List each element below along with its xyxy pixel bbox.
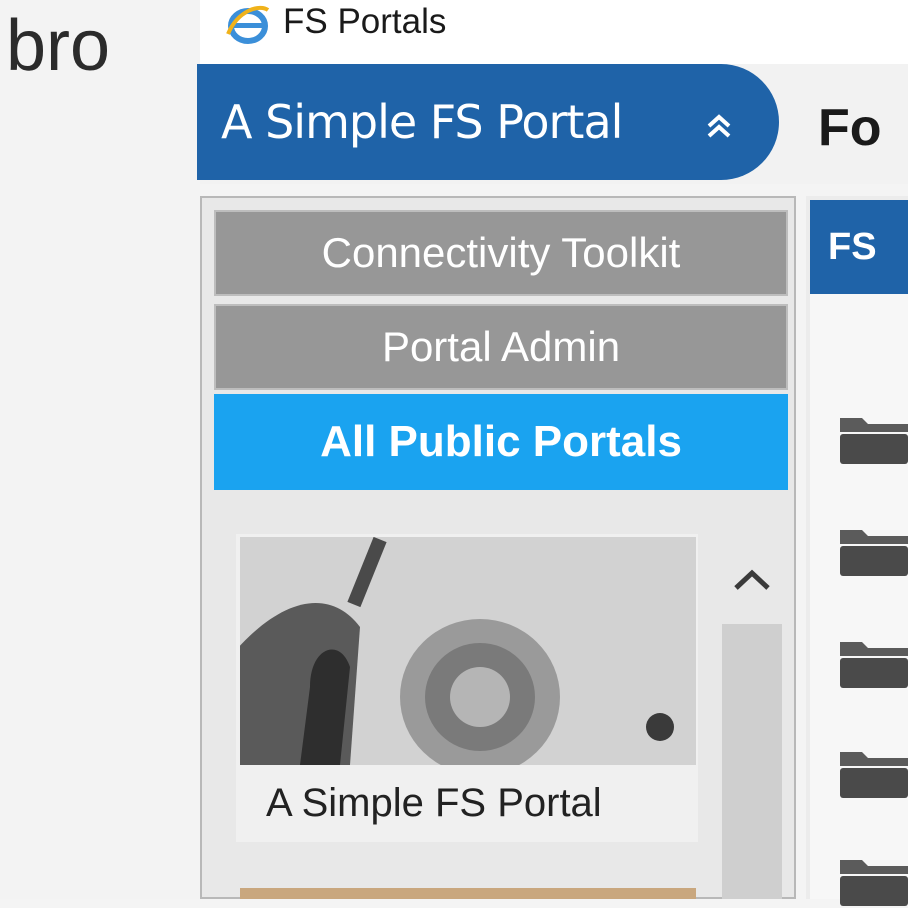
portal-card-label[interactable]: A Simple FS Portal <box>240 770 696 836</box>
internet-explorer-icon <box>226 5 270 44</box>
folder-icon[interactable] <box>838 520 908 578</box>
portal-card-partial[interactable] <box>240 888 696 899</box>
portal-thumbnail-image <box>240 537 696 765</box>
portal-tab-label: A Simple FS Portal <box>221 95 623 149</box>
page-title: Fo <box>818 99 882 157</box>
portal-selector-tab[interactable]: A Simple FS Portal <box>197 64 779 180</box>
background-area <box>0 0 200 899</box>
nav-item-all-public-portals[interactable]: All Public Portals <box>214 394 788 490</box>
background-text: bro <box>6 6 111 86</box>
folder-list <box>810 294 908 899</box>
nav-item-connectivity-toolkit[interactable]: Connectivity Toolkit <box>214 210 788 296</box>
nav-item-portal-admin[interactable]: Portal Admin <box>214 304 788 390</box>
folder-icon[interactable] <box>838 408 908 466</box>
scrollbar-track[interactable] <box>722 624 782 899</box>
content-tab[interactable]: FS <box>810 200 908 294</box>
folder-icon[interactable] <box>838 632 908 690</box>
folder-icon[interactable] <box>838 742 908 800</box>
chevron-up-icon[interactable] <box>722 548 782 616</box>
folder-icon[interactable] <box>838 850 908 908</box>
window-title: FS Portals <box>283 2 447 41</box>
double-chevron-up-icon[interactable] <box>699 106 739 146</box>
